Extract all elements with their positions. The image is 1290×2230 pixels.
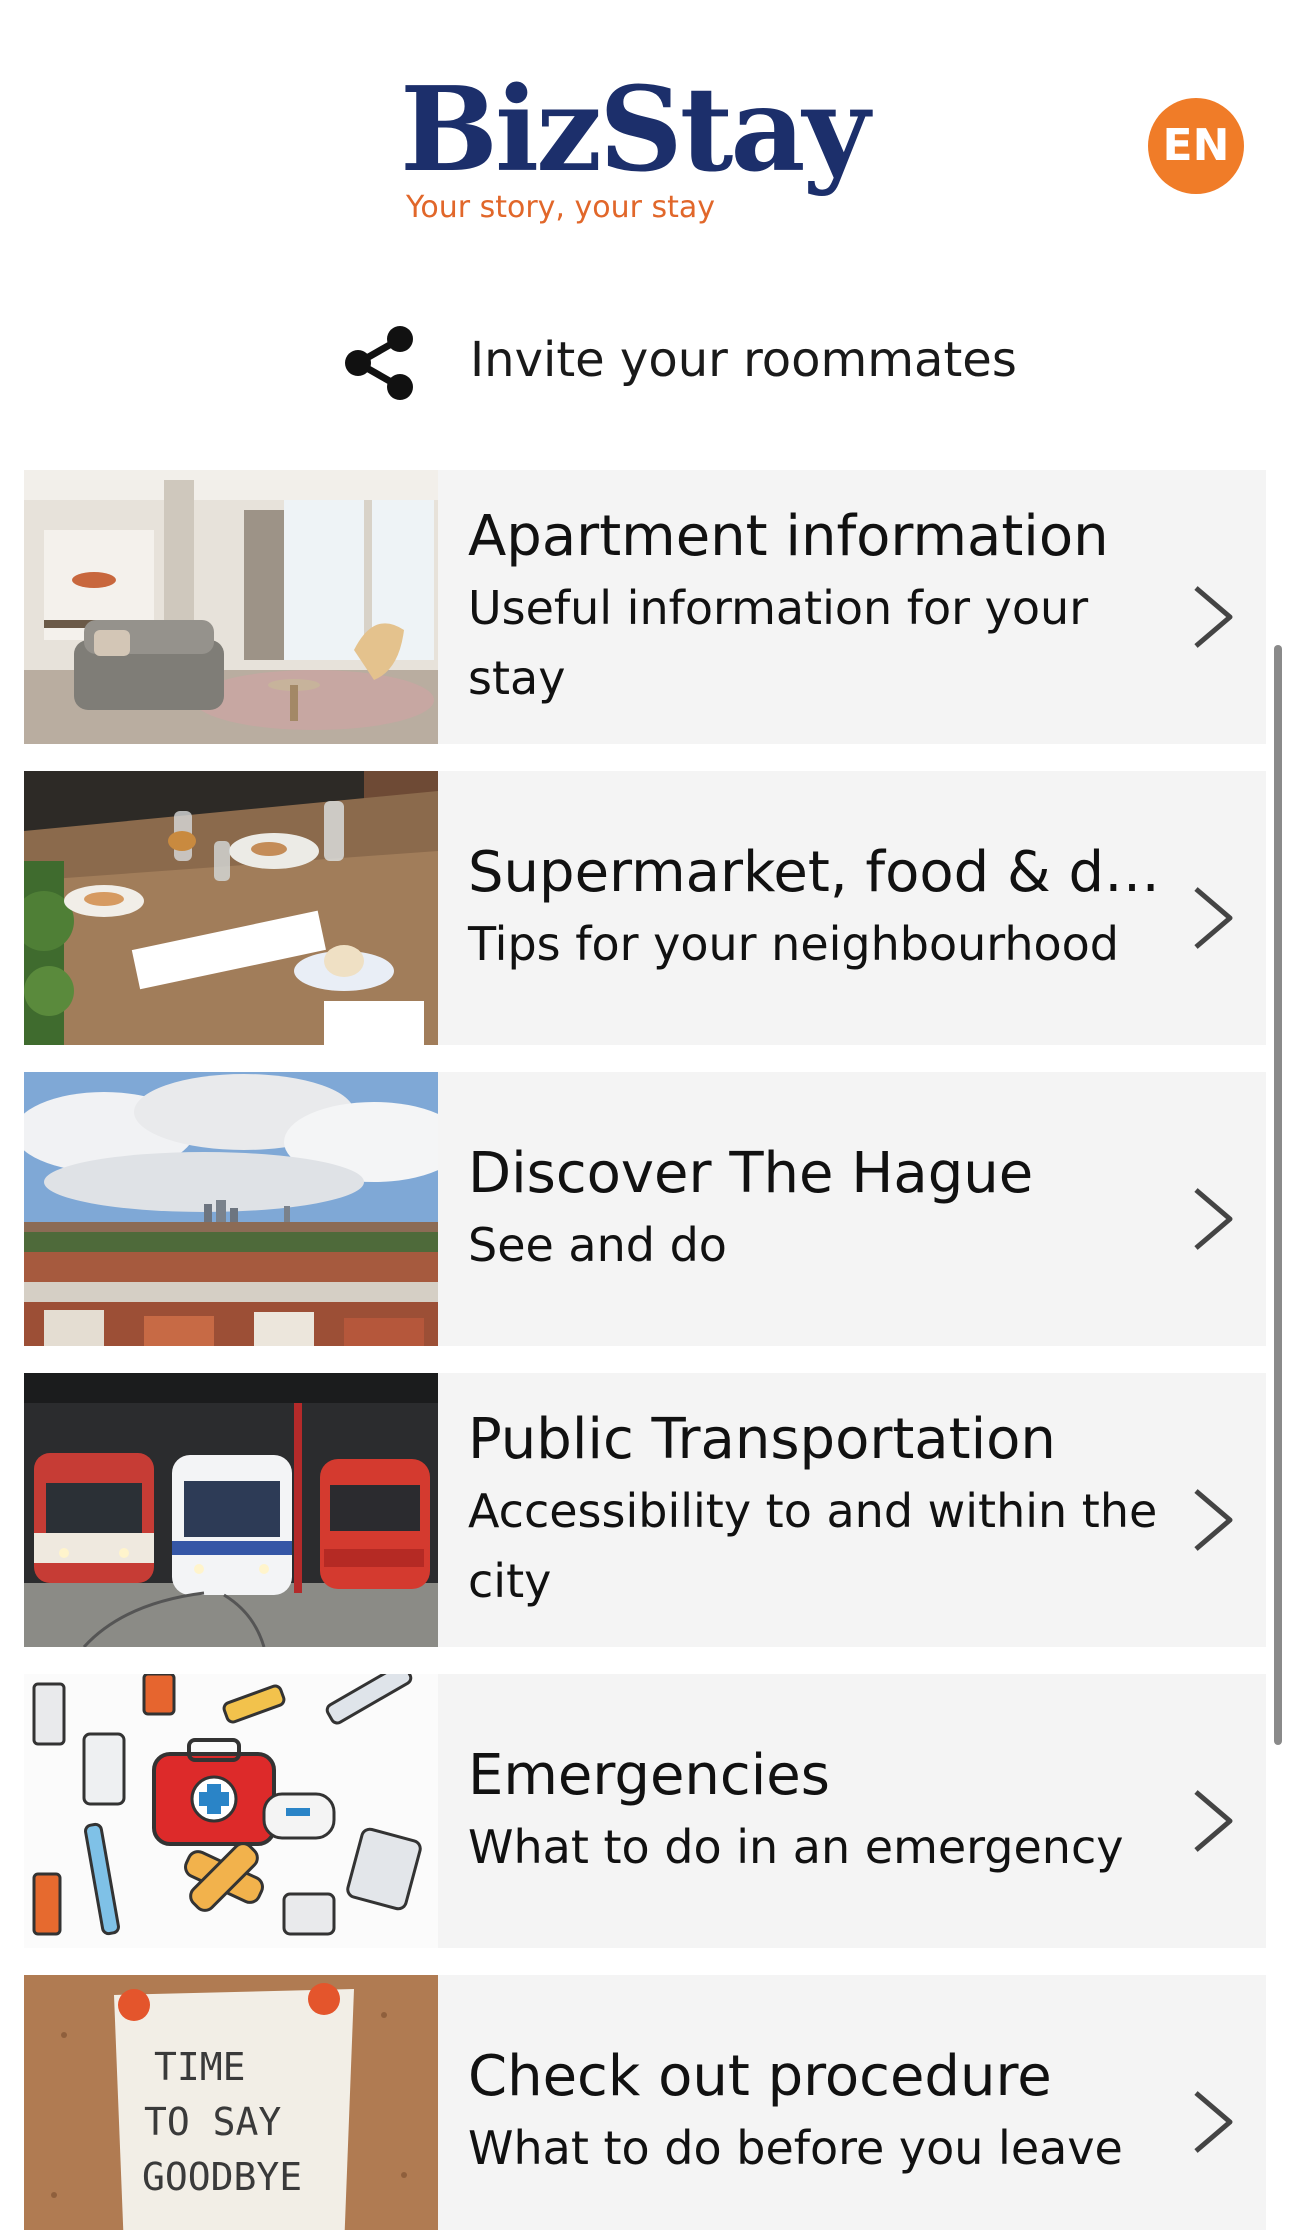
first-aid-illustration — [24, 1674, 438, 1948]
brand-logo: BizStay Your story, your stay — [400, 60, 880, 240]
menu-item-public-transportation[interactable]: Public Transportation Accessibility to a… — [24, 1373, 1266, 1647]
menu-item-emergencies[interactable]: Emergencies What to do in an emergency — [24, 1674, 1266, 1948]
share-icon — [345, 326, 413, 400]
menu-list: Apartment information Useful information… — [24, 470, 1266, 2230]
invite-roommates-button[interactable]: Invite your roommates — [340, 320, 1017, 406]
trams-photo — [24, 1373, 438, 1647]
header: BizStay Your story, your stay EN — [0, 0, 1290, 270]
item-subtitle: Tips for your neighbourhood — [468, 917, 1120, 971]
menu-item-discover-the-hague[interactable]: Discover The Hague See and do — [24, 1072, 1266, 1346]
living-room-photo — [24, 470, 438, 744]
item-title: Apartment information — [468, 504, 1109, 569]
item-subtitle: Accessibility to and within the city — [468, 1484, 1158, 1608]
brand-name: BizStay — [400, 62, 870, 198]
city-skyline-photo — [24, 1072, 438, 1346]
invite-label: Invite your roommates — [470, 332, 1017, 388]
item-title: Emergencies — [468, 1743, 830, 1808]
dining-table-photo — [24, 771, 438, 1045]
language-button[interactable]: EN — [1148, 98, 1244, 194]
item-subtitle: See and do — [468, 1218, 727, 1272]
chevron-right-icon — [1194, 1790, 1233, 1852]
goodbye-note-photo: TIME TO SAY GOODBYE — [24, 1975, 438, 2230]
app-screen: BizStay Your story, your stay EN Invite … — [0, 0, 1290, 2230]
item-title: Discover The Hague — [468, 1141, 1034, 1206]
menu-item-supermarket-food-drinks[interactable]: Supermarket, food & drinks Tips for your… — [24, 771, 1266, 1045]
item-subtitle: Useful information for your stay — [468, 581, 1089, 705]
scrollbar[interactable] — [1274, 645, 1282, 1745]
item-title: Public Transportation — [468, 1407, 1056, 1472]
note-line-1: TIME — [154, 2045, 246, 2089]
chevron-right-icon — [1194, 1489, 1233, 1551]
note-line-3: GOODBYE — [142, 2155, 302, 2199]
menu-item-apartment-information[interactable]: Apartment information Useful information… — [24, 470, 1266, 744]
chevron-right-icon — [1194, 1188, 1233, 1250]
chevron-right-icon — [1194, 887, 1233, 949]
item-subtitle: What to do before you leave — [468, 2121, 1123, 2175]
note-line-2: TO SAY — [144, 2100, 281, 2144]
chevron-right-icon — [1194, 2091, 1233, 2153]
item-title: Supermarket, food & drinks — [468, 840, 1168, 905]
menu-item-check-out-procedure[interactable]: TIME TO SAY GOODBYE Check out procedure … — [24, 1975, 1266, 2230]
brand-tagline: Your story, your stay — [406, 190, 716, 225]
chevron-right-icon — [1194, 586, 1233, 648]
item-title: Check out procedure — [468, 2044, 1052, 2109]
item-subtitle: What to do in an emergency — [468, 1820, 1124, 1874]
